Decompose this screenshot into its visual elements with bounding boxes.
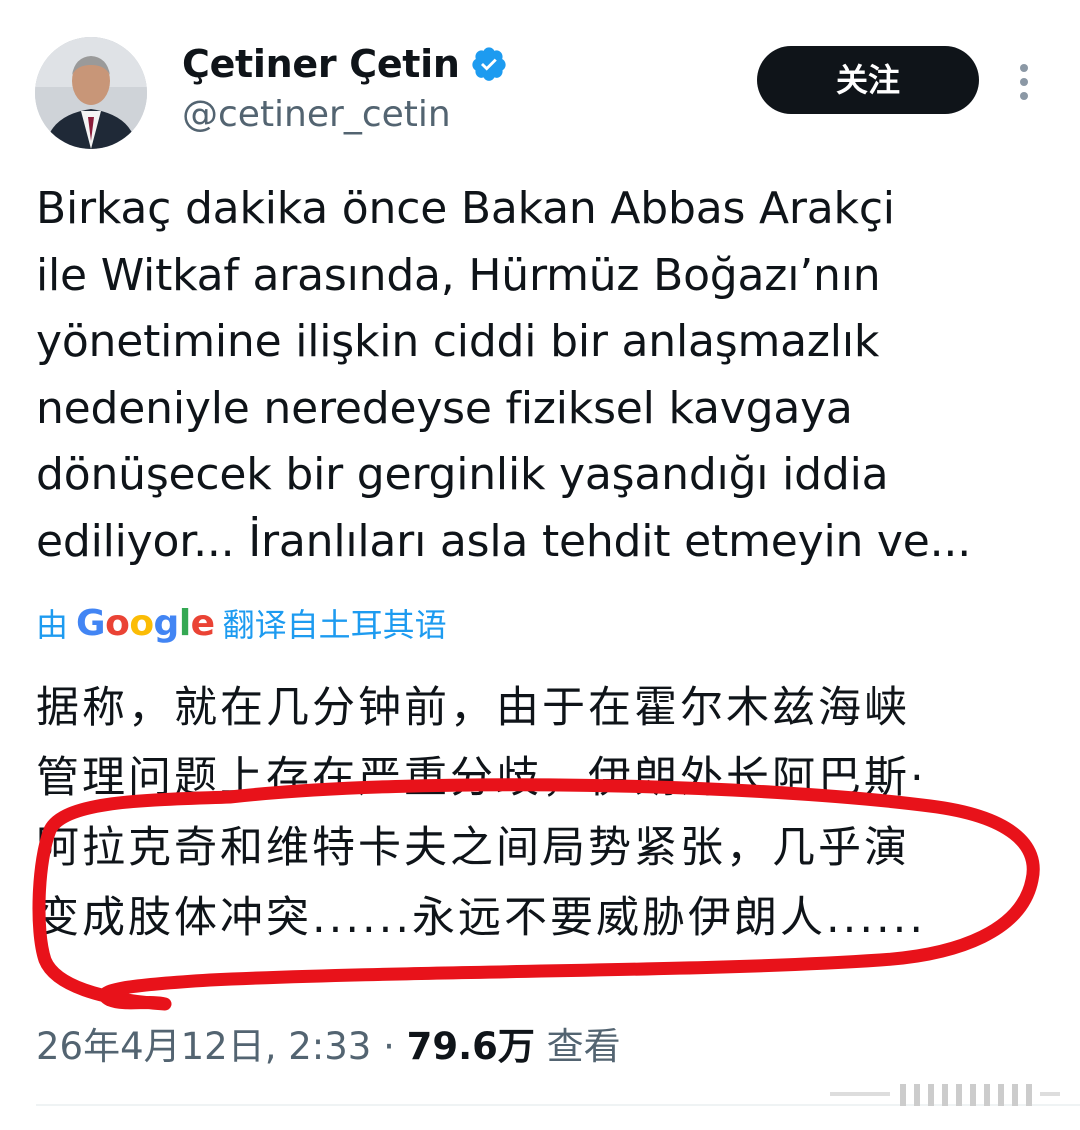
google-logo: Google — [76, 602, 215, 644]
more-vertical-icon[interactable] — [1010, 60, 1038, 104]
view-count: 79.6万 — [406, 1025, 535, 1068]
meta-separator: · — [383, 1025, 395, 1068]
translated-text: 据称，就在几分钟前，由于在霍尔木兹海峡 管理问题上存在严重分歧，伊朗外长阿巴斯·… — [36, 683, 927, 943]
translation-suffix: 翻译自土耳其语 — [222, 606, 447, 644]
tweet-text: Birkaç dakika önce Bakan Abbas Arakçi il… — [36, 183, 972, 567]
translation-attribution[interactable]: 由 Google 翻译自土耳其语 — [36, 598, 447, 648]
tweet-meta: 26年4月12日, 2:33 · 79.6万 查看 — [36, 1022, 621, 1072]
tweet-header: Çetiner Çetin @cetiner_cetin 关注 — [0, 0, 1080, 160]
author-handle[interactable]: @cetiner_cetin — [182, 92, 451, 138]
timestamp[interactable]: 26年4月12日, 2:33 — [36, 1025, 371, 1068]
avatar[interactable] — [35, 37, 147, 149]
watermark-pattern — [830, 1084, 1060, 1106]
author-name[interactable]: Çetiner Çetin — [182, 38, 460, 90]
view-label: 查看 — [546, 1025, 621, 1068]
verified-badge-icon — [472, 47, 506, 81]
author-name-row: Çetiner Çetin — [182, 38, 508, 90]
translation-prefix: 由 — [36, 606, 69, 644]
follow-button[interactable]: 关注 — [757, 46, 979, 114]
